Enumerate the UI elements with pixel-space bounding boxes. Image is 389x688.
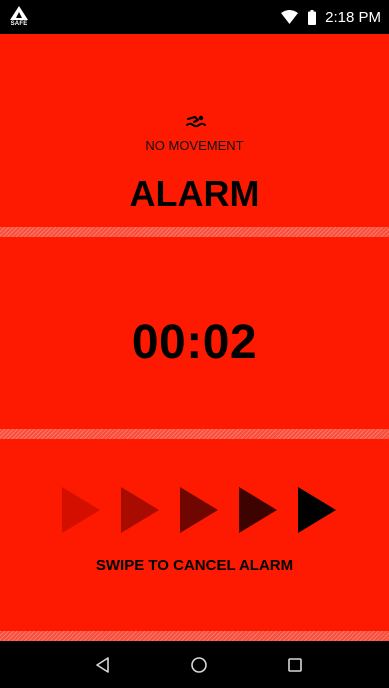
swipe-arrows[interactable] — [0, 487, 389, 533]
back-button[interactable] — [91, 653, 115, 677]
home-icon — [191, 657, 207, 673]
swipe-to-cancel-label: SWIPE TO CANCEL ALARM — [95, 557, 294, 574]
home-button[interactable] — [187, 653, 211, 677]
swipe-arrow-icon — [298, 487, 336, 533]
recents-icon — [288, 658, 302, 672]
back-icon — [96, 657, 109, 673]
recents-button[interactable] — [283, 653, 307, 677]
navigation-bar — [0, 641, 389, 688]
alarm-status-section: NO MOVEMENT ALARM — [0, 34, 389, 227]
alarm-screen: SAFE 2:18 PM NO MOVEMENT ALARM 00:02 SWI… — [0, 0, 389, 688]
alarm-reason: NO MOVEMENT — [145, 138, 244, 153]
swimmer-icon — [186, 115, 206, 128]
timer-section: 00:02 — [0, 237, 389, 429]
status-bar: SAFE 2:18 PM — [0, 0, 389, 34]
swipe-arrow-icon — [239, 487, 277, 533]
alarm-title: ALARM — [129, 173, 260, 214]
divider — [0, 631, 389, 641]
divider — [0, 429, 389, 439]
battery-icon — [308, 9, 317, 25]
swipe-arrow-icon — [180, 487, 218, 533]
swipe-arrow-shape — [239, 487, 277, 533]
swipe-cancel-slider[interactable]: SWIPE TO CANCEL ALARM — [0, 439, 389, 631]
swipe-arrow-shape — [121, 487, 159, 533]
safe-badge-text: SAFE — [10, 21, 28, 27]
swipe-arrow-shape — [298, 487, 336, 533]
alarm-timer: 00:02 — [131, 316, 258, 369]
divider — [0, 227, 389, 237]
swipe-arrow-shape — [180, 487, 218, 533]
swipe-arrow-icon — [62, 487, 100, 533]
wifi-icon — [281, 10, 299, 24]
swipe-arrow-shape — [62, 487, 100, 533]
status-time: 2:18 PM — [325, 8, 381, 26]
swipe-arrow-icon — [121, 487, 159, 533]
safe-logo-icon: SAFE — [9, 6, 29, 30]
